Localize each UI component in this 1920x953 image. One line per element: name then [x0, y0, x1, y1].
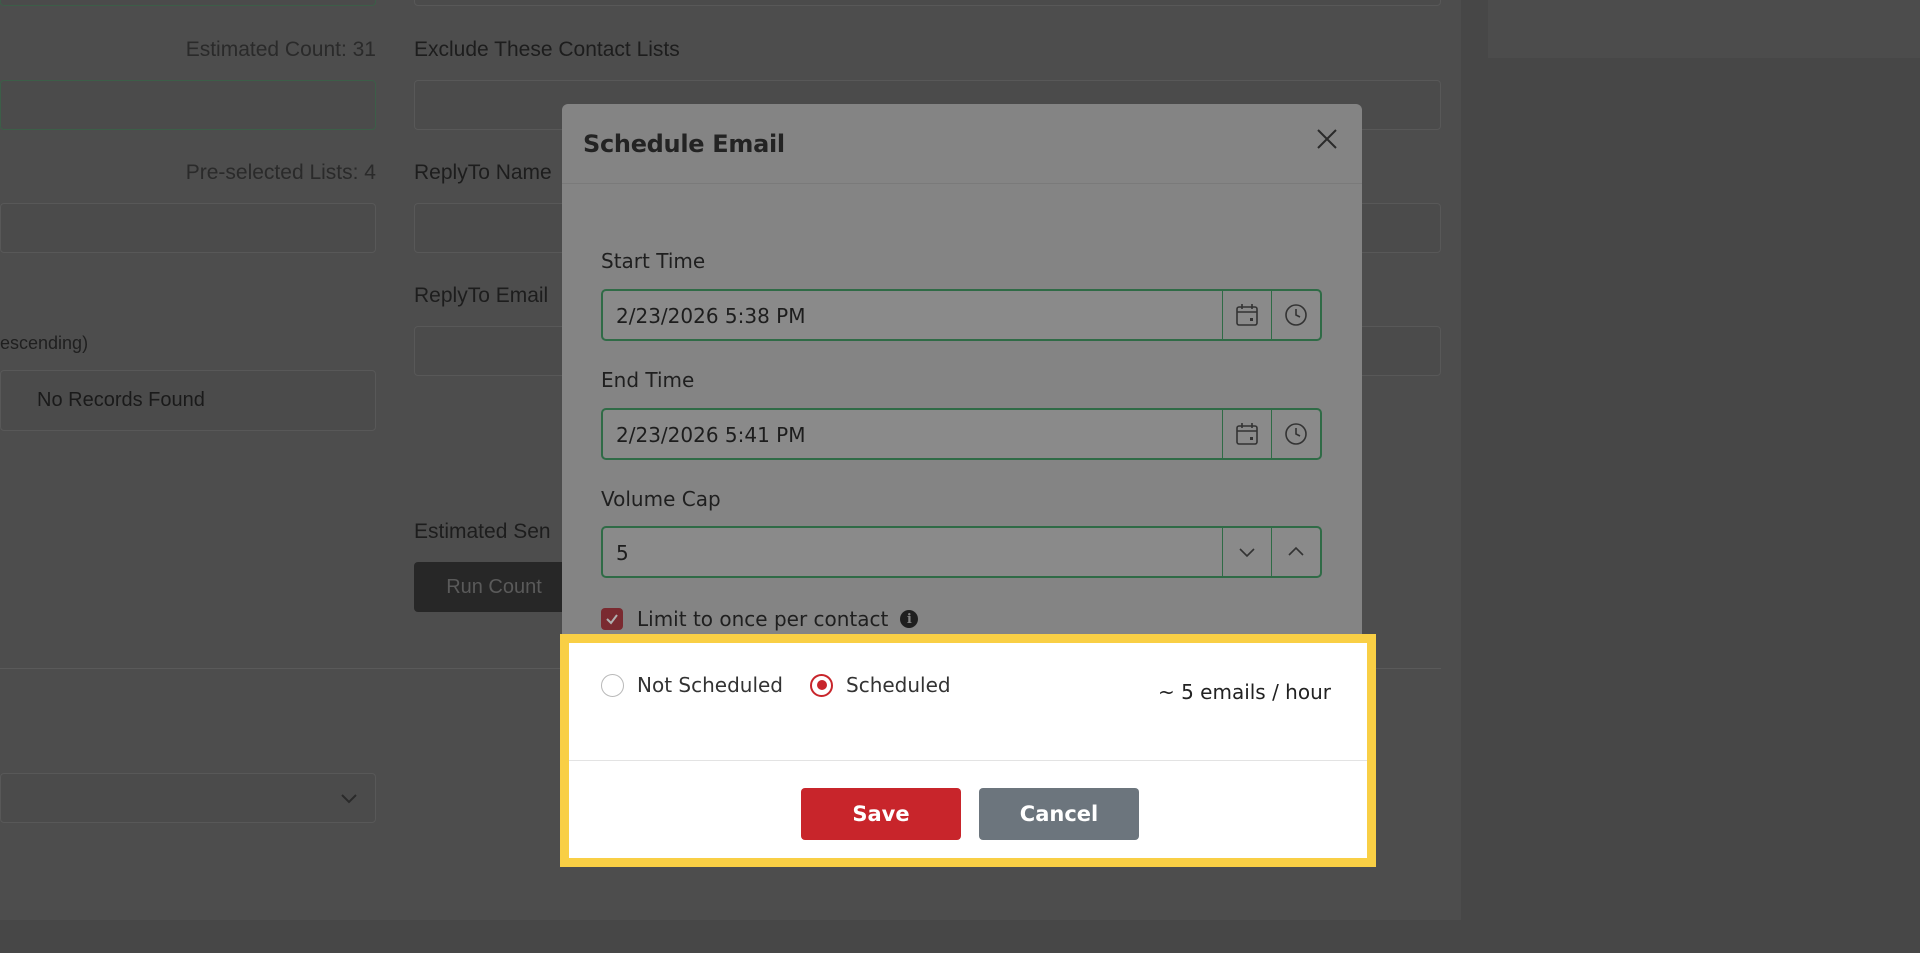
volume-cap-value: 5: [616, 541, 629, 565]
end-time-value: 2/23/2026 5:41 PM: [616, 423, 806, 447]
limit-once-label: Limit to once per contact: [637, 607, 889, 631]
run-count-button[interactable]: Run Count: [414, 562, 574, 612]
calendar-icon: [1236, 304, 1258, 326]
background-top-field-right: [414, 0, 1441, 6]
rate-estimate: ~ 5 emails / hour: [1157, 680, 1331, 704]
chevron-down-icon: [1239, 548, 1255, 558]
close-icon: [1317, 129, 1337, 149]
preselected-field[interactable]: [0, 203, 376, 253]
modal-header: Schedule Email: [562, 104, 1362, 184]
volume-increment-button[interactable]: [1271, 528, 1320, 576]
volume-cap-label: Volume Cap: [601, 487, 721, 511]
bottom-select[interactable]: [0, 773, 376, 823]
check-icon: [606, 614, 618, 625]
volume-cap-field[interactable]: 5: [601, 526, 1322, 578]
replyto-email-label: ReplyTo Email: [414, 284, 549, 307]
modal-footer-divider: [569, 760, 1367, 761]
cancel-button[interactable]: Cancel: [979, 788, 1139, 840]
end-date-picker-button[interactable]: [1222, 410, 1271, 458]
background-top-field: [0, 0, 376, 6]
volume-decrement-button[interactable]: [1222, 528, 1271, 576]
end-time-field[interactable]: 2/23/2026 5:41 PM: [601, 408, 1322, 460]
start-time-label: Start Time: [601, 249, 706, 273]
modal-title: Schedule Email: [583, 130, 785, 158]
start-time-value: 2/23/2026 5:38 PM: [616, 304, 806, 328]
sort-label: escending): [0, 333, 89, 353]
not-scheduled-label: Not Scheduled: [637, 673, 783, 697]
contact-lists-field[interactable]: [0, 80, 376, 130]
end-time-label: End Time: [601, 368, 695, 392]
highlight-frame: Not Scheduled Scheduled ~ 5 emails / hou…: [560, 634, 1376, 867]
limit-once-row: Limit to once per contact i: [601, 607, 919, 631]
right-panel: [1488, 0, 1920, 58]
end-time-picker-button[interactable]: [1271, 410, 1320, 458]
start-time-picker-button[interactable]: [1271, 291, 1320, 339]
clock-icon: [1285, 423, 1307, 445]
info-icon[interactable]: i: [900, 610, 919, 628]
chevron-down-icon: [338, 787, 360, 809]
calendar-icon: [1236, 423, 1258, 445]
chevron-up-icon: [1288, 546, 1304, 556]
clock-icon: [1285, 304, 1307, 326]
scheduled-label: Scheduled: [846, 673, 951, 697]
estimated-send-label: Estimated Sen: [414, 520, 551, 543]
start-time-field[interactable]: 2/23/2026 5:38 PM: [601, 289, 1322, 341]
start-date-picker-button[interactable]: [1222, 291, 1271, 339]
exclude-lists-label: Exclude These Contact Lists: [414, 38, 680, 61]
schedule-options-section: Not Scheduled Scheduled ~ 5 emails / hou…: [569, 643, 1367, 858]
not-scheduled-radio[interactable]: [601, 673, 624, 697]
estimated-count-label: Estimated Count: 31: [185, 38, 376, 61]
limit-once-checkbox[interactable]: [601, 608, 623, 630]
no-records-text: No Records Found: [37, 389, 205, 411]
schedule-radio-group: Not Scheduled Scheduled: [601, 673, 951, 697]
replyto-name-label: ReplyTo Name: [414, 161, 552, 184]
scheduled-radio[interactable]: [810, 673, 833, 697]
save-button[interactable]: Save: [801, 788, 961, 840]
preselected-lists-label: Pre-selected Lists: 4: [185, 161, 376, 184]
close-button[interactable]: [1308, 120, 1346, 158]
